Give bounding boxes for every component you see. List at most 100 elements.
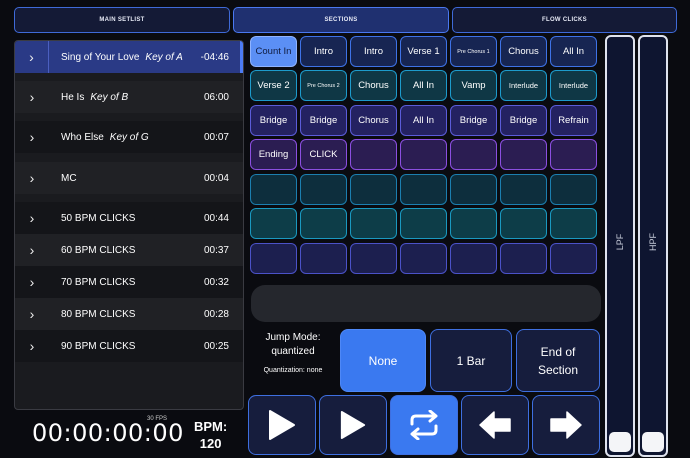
section-pad-empty[interactable] — [450, 174, 497, 205]
lpf-fader[interactable]: LPF — [605, 35, 635, 457]
quantize-end-of-section-button[interactable]: End of Section — [516, 329, 600, 392]
song-time: 00:25 — [203, 340, 229, 352]
section-pad-empty[interactable] — [300, 243, 347, 274]
tab-bar: MAIN SETLIST SECTIONS FLOW CLICKS — [14, 7, 677, 33]
section-pad[interactable]: Bridge — [450, 105, 497, 136]
section-pad[interactable]: Bridge — [300, 105, 347, 136]
section-pad[interactable]: Count In — [250, 36, 297, 67]
section-pad-empty[interactable] — [400, 208, 447, 239]
section-pad-empty[interactable] — [500, 243, 547, 274]
section-pad[interactable]: Chorus — [350, 105, 397, 136]
section-pad-empty[interactable] — [350, 243, 397, 274]
section-pad[interactable]: Verse 1 — [400, 36, 447, 67]
chevron-right-icon[interactable]: › — [15, 129, 49, 145]
chevron-right-icon[interactable]: › — [15, 170, 49, 186]
setlist-item[interactable]: › He Is Key of B 06:00 — [15, 81, 243, 113]
song-title: MC — [61, 172, 77, 184]
chevron-right-icon[interactable]: › — [15, 338, 49, 354]
setlist-item[interactable]: › 80 BPM CLICKS 00:28 — [15, 298, 243, 330]
song-time: 00:28 — [203, 308, 229, 320]
bpm-display: BPM: 120 — [194, 418, 227, 452]
section-pad-empty[interactable] — [500, 174, 547, 205]
section-pad[interactable]: All In — [400, 105, 447, 136]
section-pad[interactable]: Interlude — [550, 70, 597, 101]
section-pad[interactable]: All In — [400, 70, 447, 101]
section-pad-empty[interactable] — [500, 208, 547, 239]
chevron-right-icon[interactable]: › — [15, 242, 49, 258]
section-pad[interactable]: Vamp — [450, 70, 497, 101]
section-pad[interactable]: CLICK — [300, 139, 347, 170]
section-pad-empty[interactable] — [450, 139, 497, 170]
setlist-item[interactable]: › 60 BPM CLICKS 00:37 — [15, 234, 243, 266]
section-pad[interactable]: Bridge — [500, 105, 547, 136]
setlist-item[interactable]: › 70 BPM CLICKS 00:32 — [15, 266, 243, 298]
section-pad-empty[interactable] — [450, 243, 497, 274]
song-title: Sing of Your Love — [61, 51, 140, 63]
hpf-fader[interactable]: HPF — [638, 35, 668, 457]
bpm-value: 120 — [199, 436, 222, 451]
lpf-fader-handle[interactable] — [609, 432, 631, 452]
jump-mode-value: quantized — [271, 346, 315, 357]
section-progress-bar — [251, 285, 601, 322]
song-title: 60 BPM CLICKS — [61, 244, 136, 256]
chevron-right-icon[interactable]: › — [15, 274, 49, 290]
song-time: -04:46 — [200, 51, 229, 63]
section-pad[interactable]: Ending — [250, 139, 297, 170]
section-pad-empty[interactable] — [550, 243, 597, 274]
section-pad-empty[interactable] — [550, 208, 597, 239]
quantize-1-bar-button[interactable]: 1 Bar — [430, 329, 512, 392]
chevron-right-icon[interactable]: › — [15, 306, 49, 322]
section-pad[interactable]: Chorus — [350, 70, 397, 101]
loop-button[interactable] — [390, 395, 458, 455]
setlist-item[interactable]: › MC 00:04 — [15, 162, 243, 194]
section-pad-empty[interactable] — [250, 174, 297, 205]
setlist-item[interactable]: › Who Else Key of G 00:07 — [15, 121, 243, 153]
quantize-none-button[interactable]: None — [340, 329, 426, 392]
section-pad[interactable]: Refrain — [550, 105, 597, 136]
section-pad[interactable]: Pre Chorus 2 — [300, 70, 347, 101]
previous-section-button[interactable] — [461, 395, 529, 455]
section-pad[interactable]: Intro — [350, 36, 397, 67]
section-pad[interactable]: Intro — [300, 36, 347, 67]
section-pad-empty[interactable] — [400, 174, 447, 205]
song-title: Who Else — [61, 131, 104, 143]
lpf-label: LPF — [615, 233, 625, 251]
section-pad-empty[interactable] — [350, 139, 397, 170]
setlist-item[interactable]: › 90 BPM CLICKS 00:25 — [15, 330, 243, 362]
section-pad-empty[interactable] — [400, 243, 447, 274]
section-pad-empty[interactable] — [400, 139, 447, 170]
setlist-item[interactable]: › 50 BPM CLICKS 00:44 — [15, 202, 243, 234]
section-pad[interactable]: Interlude — [500, 70, 547, 101]
play-button[interactable] — [248, 395, 316, 455]
section-pad-empty[interactable] — [550, 139, 597, 170]
jump-mode-label: Jump Mode: — [265, 332, 321, 343]
tab-flow-clicks[interactable]: FLOW CLICKS — [452, 7, 677, 33]
song-time: 00:04 — [203, 172, 229, 184]
section-pad-empty[interactable] — [350, 208, 397, 239]
section-pad[interactable]: Pre Chorus 1 — [450, 36, 497, 67]
chevron-right-icon[interactable]: › — [15, 89, 49, 105]
hpf-fader-handle[interactable] — [642, 432, 664, 452]
section-pad-empty[interactable] — [300, 208, 347, 239]
setlist-item[interactable]: › Sing of Your Love Key of A -04:46 — [15, 41, 243, 73]
section-pad[interactable]: Verse 2 — [250, 70, 297, 101]
section-pad-empty[interactable] — [550, 174, 597, 205]
section-pad[interactable]: Chorus — [500, 36, 547, 67]
section-pad-empty[interactable] — [250, 243, 297, 274]
tab-main-setlist[interactable]: MAIN SETLIST — [14, 7, 230, 33]
section-pad[interactable]: Bridge — [250, 105, 297, 136]
section-pad-empty[interactable] — [300, 174, 347, 205]
section-pad[interactable]: All In — [550, 36, 597, 67]
section-pad-empty[interactable] — [450, 208, 497, 239]
tab-sections[interactable]: SECTIONS — [233, 7, 449, 33]
next-section-button[interactable] — [532, 395, 600, 455]
chevron-right-icon[interactable]: › — [15, 41, 49, 73]
section-pad-empty[interactable] — [350, 174, 397, 205]
play-next-button[interactable] — [319, 395, 387, 455]
setlist-panel: › Sing of Your Love Key of A -04:46 › He … — [14, 40, 244, 410]
fps-label: 30 FPS — [147, 416, 168, 422]
section-pad-empty[interactable] — [250, 208, 297, 239]
arrow-left-icon — [479, 411, 511, 439]
chevron-right-icon[interactable]: › — [15, 210, 49, 226]
section-pad-empty[interactable] — [500, 139, 547, 170]
